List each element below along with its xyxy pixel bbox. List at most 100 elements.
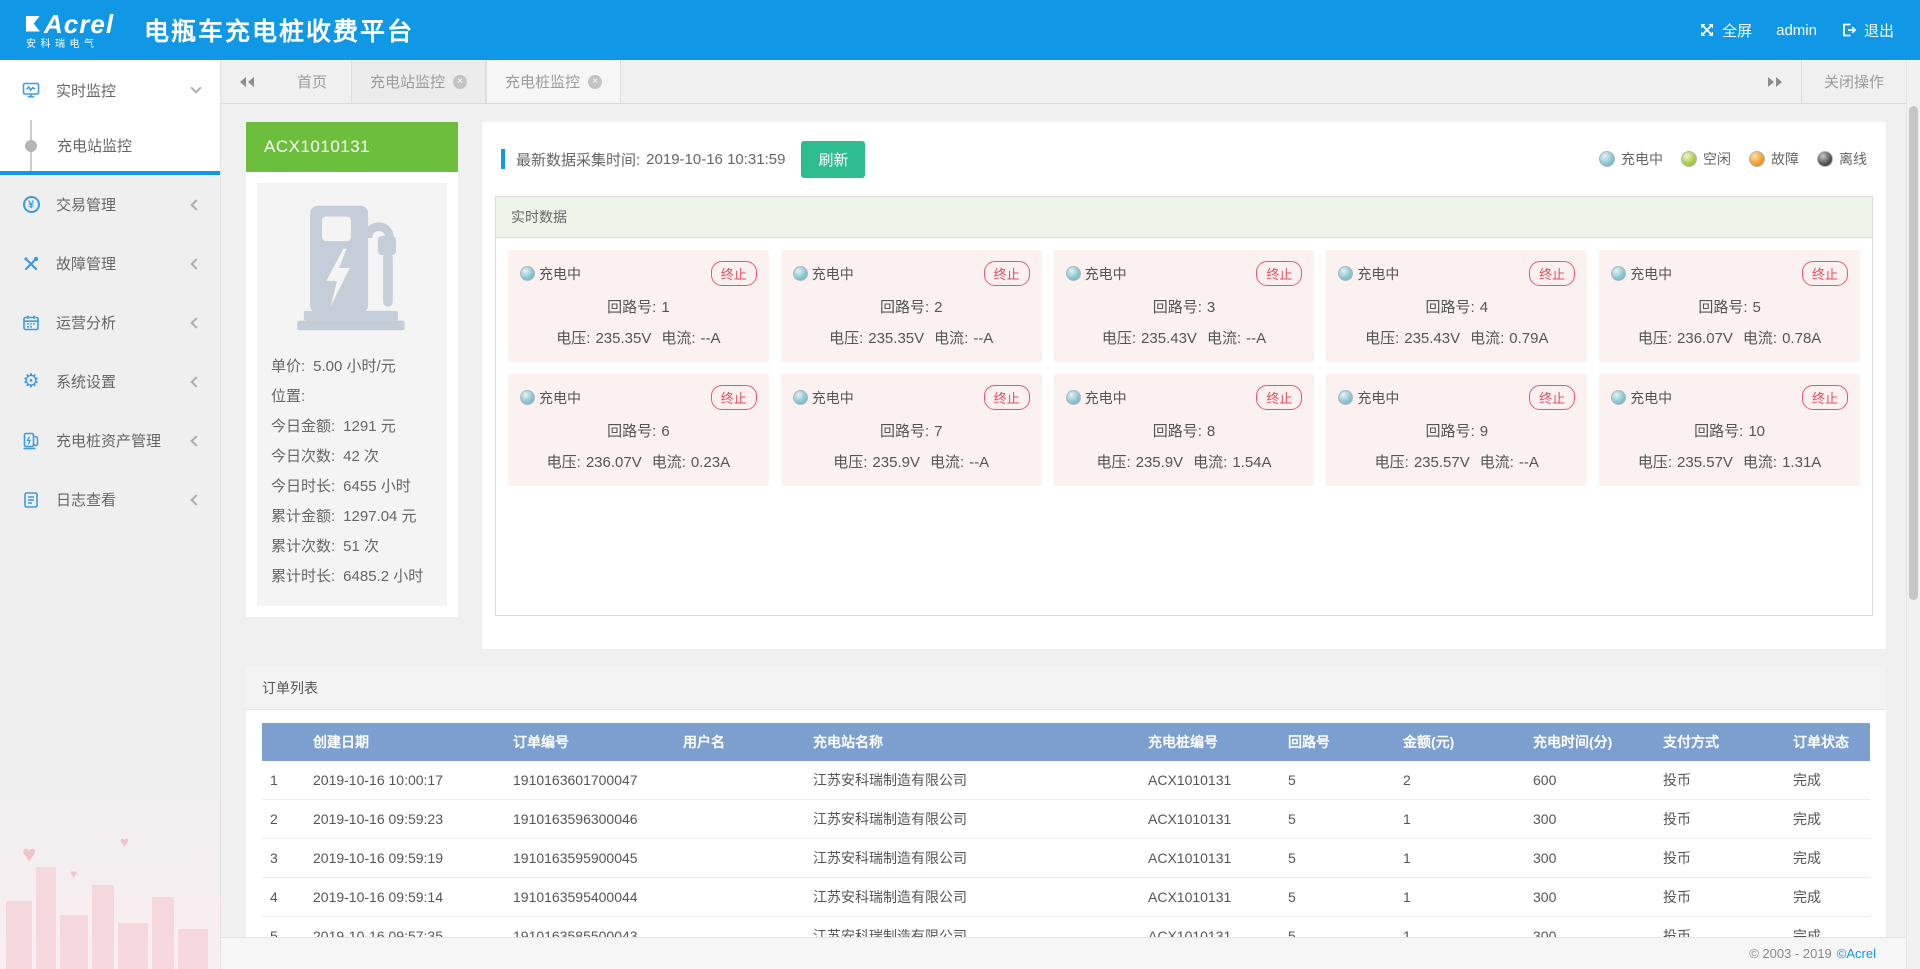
sidebar-item-realtime-monitor[interactable]: 实时监控: [0, 60, 220, 120]
terminate-button[interactable]: 终止: [1802, 261, 1848, 286]
logout-icon: [1841, 22, 1857, 38]
scrollbar-thumb[interactable]: [1909, 106, 1918, 600]
sidebar-item-transaction[interactable]: 交易管理: [0, 175, 220, 234]
refresh-button[interactable]: 刷新: [801, 141, 865, 178]
charging-status-icon: [1066, 266, 1081, 281]
sidebar-item-analytics[interactable]: 运营分析: [0, 293, 220, 352]
orders-title: 订单列表: [246, 667, 1886, 710]
stat-location: 位置:: [271, 382, 433, 412]
orders-table: 创建日期 订单编号 用户名 充电站名称 充电桩编号 回路号 金额(元) 充电时间…: [262, 723, 1870, 937]
terminate-button[interactable]: 终止: [1802, 385, 1848, 410]
tab-bar: 首页 充电站监控 充电桩监控 关闭操作: [221, 60, 1920, 104]
stat-today-amount: 今日金额:1291 元: [271, 412, 433, 442]
logout-label: 退出: [1864, 20, 1894, 41]
terminate-button[interactable]: 终止: [984, 261, 1030, 286]
sidebar-item-logs[interactable]: 日志查看: [0, 470, 220, 529]
sidebar-item-label: 充电桩资产管理: [56, 430, 192, 451]
realtime-data-section: 实时数据 充电中终止 回路号:1 电压:235.35V电流:--A 充电中终止 …: [495, 196, 1873, 616]
circuit-card-3: 充电中终止 回路号:3 电压:235.43V电流:--A: [1054, 250, 1315, 362]
charging-pile-icon: [271, 203, 433, 338]
column-header-index: [262, 723, 305, 761]
realtime-monitor-panel: 最新数据采集时间: 2019-10-16 10:31:59 刷新 充电中 空闲 …: [482, 122, 1886, 649]
circuit-number: 回路号:7: [793, 420, 1030, 441]
column-header: 支付方式: [1655, 723, 1785, 761]
tab-station-monitor[interactable]: 充电站监控: [351, 60, 486, 103]
top-header: Acrel 安科瑞电气 电瓶车充电桩收费平台 全屏 admin 退出: [0, 0, 1920, 60]
close-icon[interactable]: [588, 75, 602, 89]
chevron-left-icon: [190, 317, 201, 328]
chevron-left-icon: [190, 376, 201, 387]
footer-brand-link[interactable]: ©Acrel: [1837, 946, 1876, 961]
terminate-button[interactable]: 终止: [711, 385, 757, 410]
fullscreen-icon: [1699, 22, 1715, 38]
heart-icon: [70, 867, 77, 881]
circuit-number: 回路号:9: [1338, 420, 1575, 441]
column-header: 金额(元): [1395, 723, 1525, 761]
close-icon[interactable]: [453, 75, 467, 89]
stat-total-duration: 累计时长:6485.2 小时: [271, 562, 433, 592]
circuit-measurements: 电压:235.9V电流:--A: [793, 451, 1030, 472]
monitor-icon: [20, 81, 42, 99]
logout-button[interactable]: 退出: [1841, 20, 1894, 41]
username[interactable]: admin: [1776, 22, 1817, 39]
sidebar-item-pile-assets[interactable]: 充电桩资产管理: [0, 411, 220, 470]
terminate-button[interactable]: 终止: [1529, 261, 1575, 286]
menu-rest: 交易管理 故障管理 运营分析 系统设置 充电桩资产管理: [0, 175, 220, 529]
circuit-card-1: 充电中终止 回路号:1 电压:235.35V电流:--A: [508, 250, 769, 362]
circuit-card-5: 充电中终止 回路号:5 电压:236.07V电流:0.78A: [1599, 250, 1860, 362]
circuit-measurements: 电压:236.07V电流:0.23A: [520, 451, 757, 472]
page-title: 电瓶车充电桩收费平台: [144, 12, 414, 48]
terminate-button[interactable]: 终止: [984, 385, 1030, 410]
sidebar-item-fault[interactable]: 故障管理: [0, 234, 220, 293]
vertical-scrollbar[interactable]: [1906, 60, 1920, 969]
stat-total-count: 累计次数:51 次: [271, 532, 433, 562]
decorative-skyline: [0, 819, 220, 969]
realtime-data-title: 实时数据: [496, 197, 1872, 238]
sidebar: 实时监控 充电站监控 交易管理 故障管理 运营分析: [0, 60, 221, 969]
circuit-measurements: 电压:235.35V电流:--A: [520, 327, 757, 348]
column-header: 用户名: [675, 723, 805, 761]
column-header: 回路号: [1280, 723, 1395, 761]
circuit-number: 回路号:2: [793, 296, 1030, 317]
tab-home[interactable]: 首页: [273, 60, 351, 103]
order-row: 52019-10-16 09:57:351910163585500043江苏安科…: [262, 917, 1870, 938]
terminate-button[interactable]: 终止: [711, 261, 757, 286]
circuit-card-6: 充电中终止 回路号:6 电压:236.07V电流:0.23A: [508, 374, 769, 486]
sidebar-item-label: 运营分析: [56, 312, 192, 333]
tab-pile-monitor[interactable]: 充电桩监控: [486, 60, 621, 103]
tabs-scroll-right-button[interactable]: [1749, 60, 1801, 103]
terminate-button[interactable]: 终止: [1256, 385, 1302, 410]
circuit-card-10: 充电中终止 回路号:10 电压:235.57V电流:1.31A: [1599, 374, 1860, 486]
circuit-number: 回路号:3: [1066, 296, 1303, 317]
fullscreen-button[interactable]: 全屏: [1699, 20, 1752, 41]
chevron-left-icon: [190, 494, 201, 505]
calendar-icon: [20, 314, 42, 332]
status-legend: 充电中 空闲 故障 离线: [1599, 149, 1867, 169]
column-header: 充电桩编号: [1140, 723, 1280, 761]
sidebar-item-settings[interactable]: 系统设置: [0, 352, 220, 411]
sidebar-item-station-monitor[interactable]: 充电站监控: [0, 120, 220, 171]
sidebar-subitem-label: 充电站监控: [57, 135, 220, 156]
circuit-measurements: 电压:235.43V电流:0.79A: [1338, 327, 1575, 348]
circuit-number: 回路号:6: [520, 420, 757, 441]
gear-icon: [20, 372, 42, 391]
terminate-button[interactable]: 终止: [1256, 261, 1302, 286]
close-operations-button[interactable]: 关闭操作: [1801, 60, 1906, 103]
heart-icon: [120, 834, 129, 851]
legend-charging: 充电中: [1599, 149, 1663, 169]
column-header: 创建日期: [305, 723, 505, 761]
circuit-measurements: 电压:235.35V电流:--A: [793, 327, 1030, 348]
charging-status-icon: [793, 390, 808, 405]
circuit-number: 回路号:4: [1338, 296, 1575, 317]
acrel-logo-text: Acrel: [44, 11, 114, 37]
terminate-button[interactable]: 终止: [1529, 385, 1575, 410]
circuit-number: 回路号:8: [1066, 420, 1303, 441]
legend-offline: 离线: [1817, 149, 1867, 169]
username-label: admin: [1776, 22, 1817, 39]
stat-total-amount: 累计金额:1297.04 元: [271, 502, 433, 532]
accent-bar: [501, 149, 505, 169]
tabs-scroll-left-button[interactable]: [221, 60, 273, 103]
charging-status-icon: [520, 266, 535, 281]
footer: © 2003 - 2019 ©Acrel: [221, 937, 1906, 969]
column-header: 充电站名称: [805, 723, 1140, 761]
